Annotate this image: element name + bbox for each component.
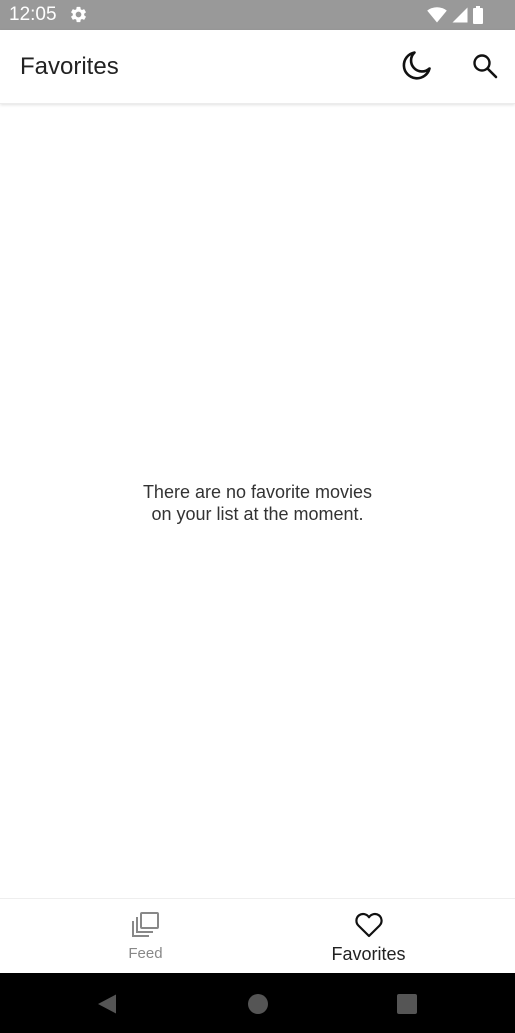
moon-icon — [398, 48, 434, 89]
battery-icon — [473, 5, 483, 24]
wifi-icon — [427, 6, 447, 23]
nav-label-feed: Feed — [128, 945, 163, 962]
app-bar: Favorites — [0, 30, 515, 104]
status-icons — [427, 5, 483, 24]
page-title: Favorites — [20, 53, 119, 80]
bottom-navigation: Feed Favorites — [0, 898, 515, 973]
nav-item-favorites[interactable]: Favorites — [240, 899, 497, 974]
status-time: 12:05 — [9, 4, 57, 25]
recents-icon[interactable] — [396, 993, 418, 1015]
gear-icon — [69, 5, 88, 24]
theme-toggle-button[interactable] — [396, 48, 436, 88]
screen: 12:05 Favorites There are no favorite mo… — [0, 0, 515, 1033]
back-icon[interactable] — [96, 993, 118, 1015]
heart-outline-icon — [354, 911, 383, 939]
search-icon — [471, 52, 499, 85]
system-navigation-bar — [0, 973, 515, 1033]
nav-item-feed[interactable]: Feed — [17, 899, 274, 974]
signal-icon — [452, 7, 468, 23]
empty-state-line-2: on your list at the moment. — [151, 504, 364, 524]
library-icon — [131, 911, 160, 939]
empty-state-line-1: There are no favorite movies — [142, 482, 373, 502]
status-bar: 12:05 — [0, 0, 515, 30]
nav-label-favorites: Favorites — [331, 944, 406, 964]
home-icon[interactable] — [247, 993, 269, 1015]
search-button[interactable] — [465, 48, 505, 88]
empty-state-message: There are no favorite movies on your lis… — [0, 481, 515, 525]
